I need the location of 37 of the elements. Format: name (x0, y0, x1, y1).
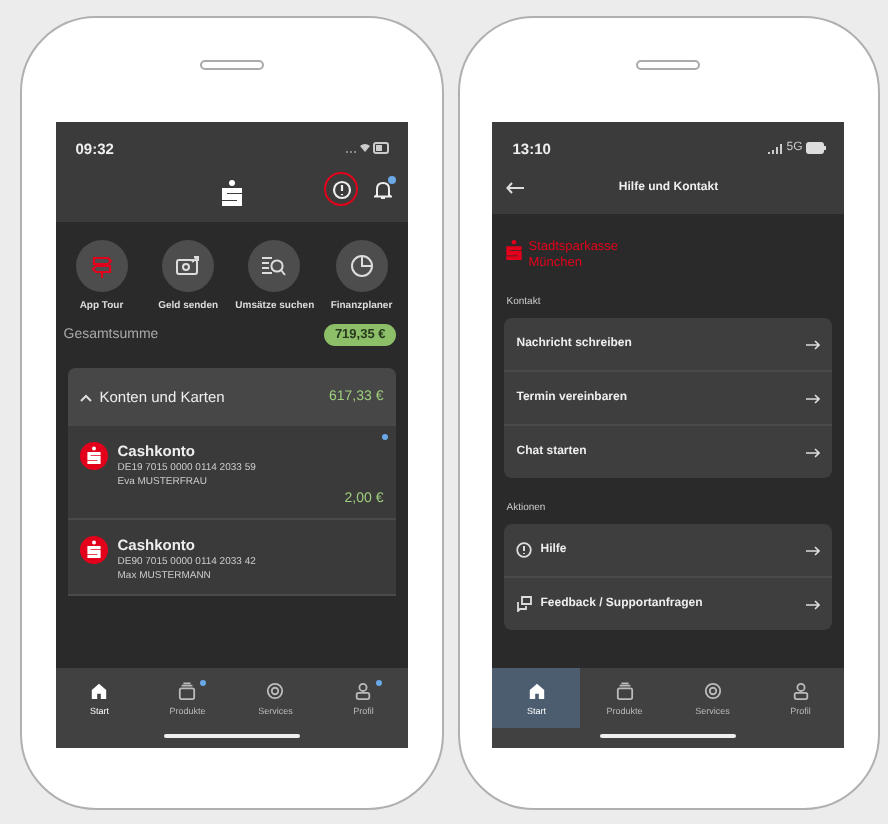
speaker-slot (636, 60, 701, 70)
battery-icon (806, 142, 827, 154)
person-icon (354, 681, 373, 699)
arrow-right-icon (806, 339, 821, 350)
signal-icon (768, 143, 783, 153)
bell-icon[interactable] (373, 180, 392, 200)
arrow-right-icon (806, 545, 821, 556)
arrow-right-icon (806, 393, 821, 404)
bank-logo-icon (506, 240, 523, 260)
home-icon (527, 681, 546, 699)
quick-action-button[interactable] (162, 240, 215, 292)
bank-logo-icon (79, 442, 108, 470)
money-transfer-icon (176, 256, 201, 276)
pie-chart-icon (349, 254, 374, 278)
speaker-slot (199, 60, 264, 70)
quick-action-button[interactable] (335, 240, 388, 292)
services-icon (703, 681, 722, 699)
list-search-icon (262, 255, 287, 277)
chat-bubbles-icon (516, 596, 533, 613)
signpost-icon (89, 254, 114, 278)
box-icon (178, 681, 197, 699)
back-arrow-icon[interactable] (506, 182, 525, 194)
bank-logo-icon (79, 536, 108, 564)
services-icon (266, 681, 285, 699)
status-icons (345, 142, 390, 154)
arrow-right-icon (806, 599, 821, 610)
help-icon[interactable] (331, 180, 352, 200)
chevron-icon[interactable] (79, 393, 92, 401)
box-icon (615, 681, 634, 699)
home-indicator (163, 734, 300, 738)
info-circle-icon (516, 542, 533, 559)
home-icon (90, 681, 109, 699)
person-icon (791, 681, 810, 699)
quick-action-button[interactable] (248, 240, 301, 292)
bank-logo-icon (221, 179, 242, 205)
home-indicator (600, 734, 737, 738)
arrow-right-icon (806, 447, 821, 458)
